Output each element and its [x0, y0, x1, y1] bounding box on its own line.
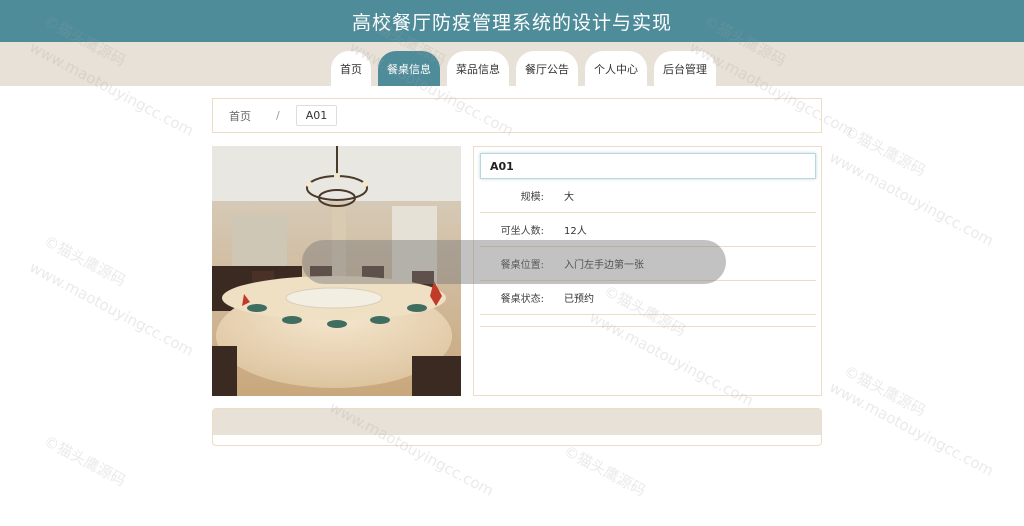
field-value: 12人 — [564, 226, 587, 237]
watermark-text: ©猫头鹰源码 — [840, 361, 929, 421]
field-value: 已预约 — [564, 294, 594, 305]
field-label: 可坐人数: — [500, 226, 544, 237]
panel-divider — [480, 317, 816, 327]
watermark-text: www.maotouyingcc.com — [826, 378, 997, 480]
main-navbar: 首页 餐桌信息 菜品信息 餐厅公告 个人中心 后台管理 — [0, 42, 1024, 86]
watermark-text: ©猫头鹰源码 — [840, 121, 929, 181]
nav-table-info[interactable]: 餐桌信息 — [378, 51, 440, 86]
nav-announcements[interactable]: 餐厅公告 — [516, 51, 578, 86]
watermark-text: www.maotouyingcc.com — [826, 148, 997, 250]
breadcrumb-home[interactable]: 首页 — [229, 108, 251, 124]
watermark-text: ©猫头鹰源码 — [40, 431, 129, 491]
breadcrumb-current: A01 — [295, 105, 338, 126]
site-header: 高校餐厅防疫管理系统的设计与实现 — [0, 0, 1024, 42]
watermark-text: ©猫头鹰源码 — [40, 231, 129, 291]
field-row-scale: 规模: 大 — [480, 179, 816, 213]
site-title: 高校餐厅防疫管理系统的设计与实现 — [351, 11, 672, 34]
toast-overlay — [302, 240, 726, 284]
breadcrumb: 首页 / A01 — [212, 98, 822, 133]
nav-home[interactable]: 首页 — [331, 51, 371, 86]
main-nav: 首页 餐桌信息 菜品信息 餐厅公告 个人中心 后台管理 — [331, 51, 716, 86]
table-name: A01 — [480, 153, 816, 179]
breadcrumb-separator: / — [276, 109, 280, 122]
bottom-section-band — [213, 409, 821, 435]
watermark-text: www.maotouyingcc.com — [26, 258, 197, 360]
field-label: 规模: — [520, 192, 544, 203]
nav-dish-info[interactable]: 菜品信息 — [447, 51, 509, 86]
field-value: 大 — [564, 192, 574, 203]
watermark-text: ©猫头鹰源码 — [560, 441, 649, 501]
nav-personal-center[interactable]: 个人中心 — [585, 51, 647, 86]
nav-admin[interactable]: 后台管理 — [654, 51, 716, 86]
field-row-status: 餐桌状态: 已预约 — [480, 281, 816, 315]
field-label: 餐桌状态: — [500, 294, 544, 305]
bottom-section — [212, 408, 822, 446]
